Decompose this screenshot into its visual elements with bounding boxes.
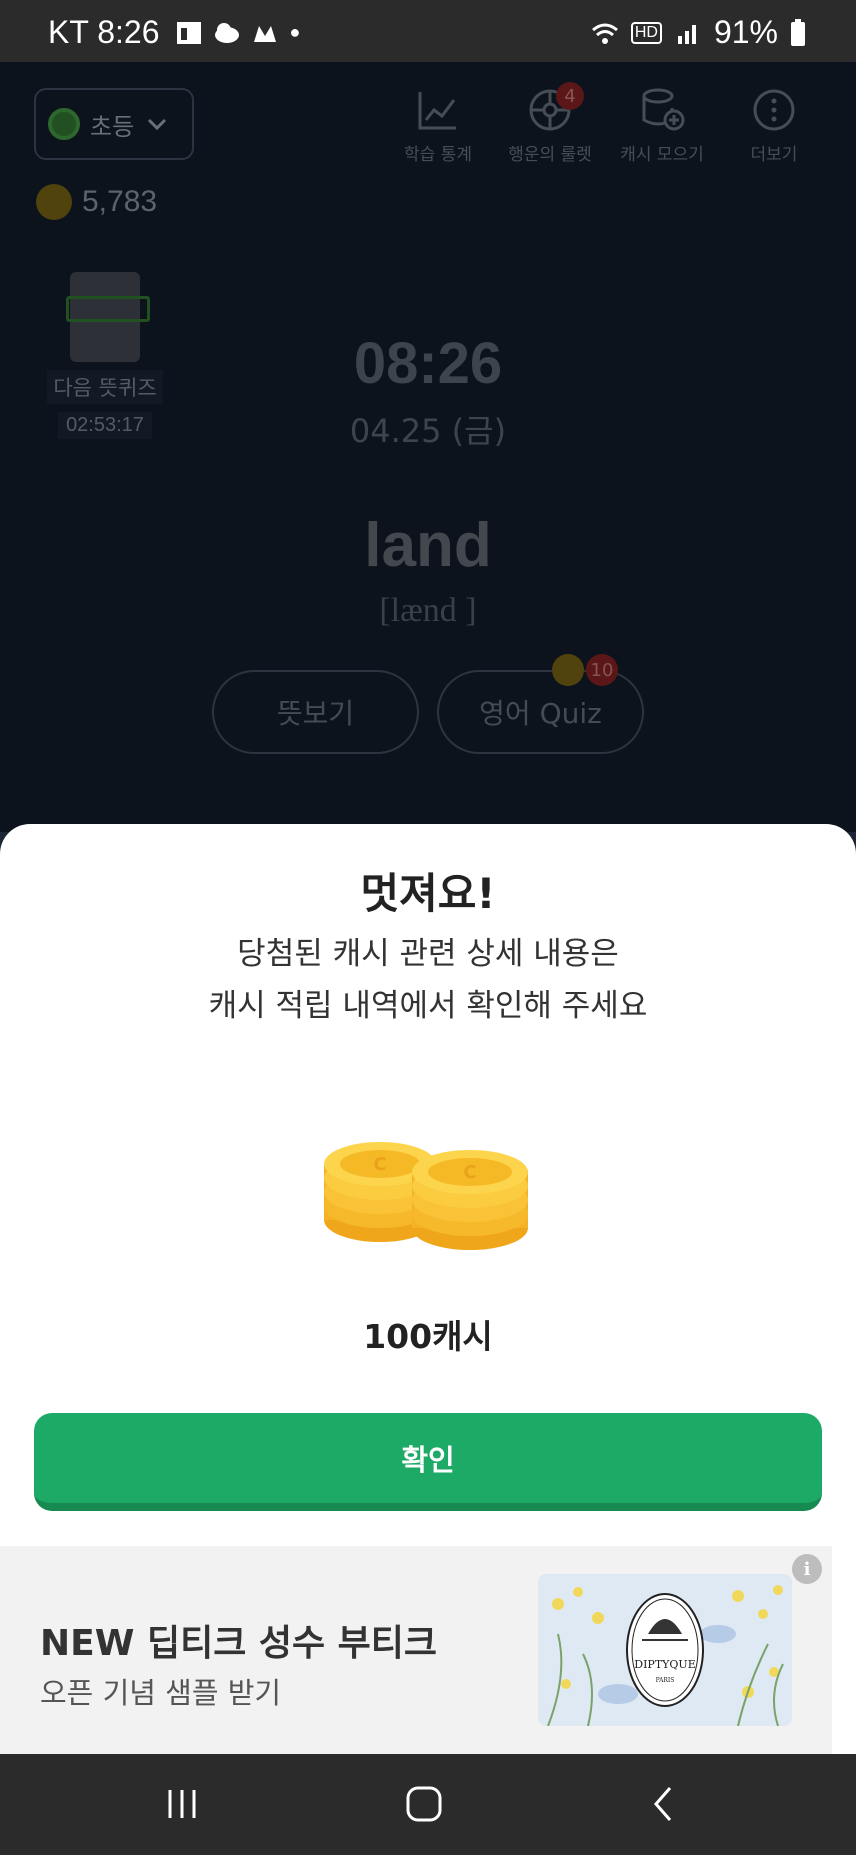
calendar-icon <box>177 21 202 44</box>
quiz-reward-badge: 10 <box>586 654 618 686</box>
status-bar: KT 8:26 ● HD 91% <box>0 0 856 62</box>
svg-text:C: C <box>373 1154 386 1175</box>
diptyque-floral-image: DIPTYQUE PARIS <box>538 1574 792 1726</box>
home-icon <box>406 1786 442 1822</box>
roulette-badge: 4 <box>556 82 584 110</box>
cash-balance-value: 5,783 <box>82 185 158 218</box>
ad-subtitle: 오픈 기념 샘플 받기 <box>40 1676 282 1710</box>
signal-icon <box>677 24 696 44</box>
back-icon <box>654 1787 672 1821</box>
coins-icon <box>642 88 685 131</box>
back-button[interactable] <box>624 1774 704 1834</box>
wifi-icon <box>591 23 618 44</box>
date: 04.25 (금) <box>349 412 507 450</box>
ad-info-icon[interactable]: i <box>792 1554 822 1584</box>
ad-brand-sub: PARIS <box>656 1677 675 1684</box>
battery-icon <box>791 18 805 46</box>
coins-stack-icon: C C <box>324 1142 528 1250</box>
menu-stats-label: 학습 통계 <box>404 145 472 165</box>
svg-text:C: C <box>463 1162 476 1183</box>
game-icon <box>254 25 277 42</box>
carrier-time: KT 8:26 <box>48 14 160 50</box>
menu-roulette[interactable]: 4 행운의 룰렛 <box>502 82 598 165</box>
chart-icon <box>418 92 456 130</box>
coin-icon <box>552 654 584 686</box>
cloud-icon <box>215 22 240 43</box>
quiz-reward: 10 <box>552 654 618 686</box>
ad-banner[interactable]: NEW 딥티크 성수 부티크 오픈 기념 샘플 받기 DIPTYQUE PARI… <box>0 1546 832 1754</box>
menu-collect-cash-label: 캐시 모으기 <box>620 145 704 165</box>
vocab-word: land <box>364 511 492 580</box>
meaning-button[interactable]: 뜻보기 <box>212 670 419 754</box>
reward-amount: 100캐시 <box>363 1317 493 1356</box>
sheet-desc-line2: 캐시 적립 내역에서 확인해 주세요 <box>208 988 648 1024</box>
notification-icons: ● <box>175 20 300 46</box>
battery-text: 91% <box>713 14 778 50</box>
ad-brand-logo: DIPTYQUE <box>634 1658 695 1671</box>
menu-collect-cash[interactable]: 캐시 모으기 <box>614 86 710 165</box>
menu-more-label: 더보기 <box>750 145 798 165</box>
sheet-title: 멋져요! <box>360 869 496 918</box>
menu-roulette-label: 행운의 룰렛 <box>508 145 592 165</box>
home-button[interactable] <box>384 1774 464 1834</box>
ad-image[interactable]: DIPTYQUE PARIS <box>538 1574 792 1726</box>
sheet-desc-line1: 당첨된 캐시 관련 상세 내용은 <box>237 936 619 972</box>
more-icon <box>753 89 795 131</box>
clock: 08:26 <box>353 331 503 396</box>
recent-apps-button[interactable] <box>142 1774 222 1834</box>
ad-title: NEW 딥티크 성수 부티크 <box>40 1623 437 1664</box>
recent-apps-icon <box>168 1790 196 1818</box>
phonetic: [lænd ] <box>379 592 477 629</box>
reward-sheet: 멋져요! 당첨된 캐시 관련 상세 내용은 캐시 적립 내역에서 확인해 주세요… <box>0 824 856 1754</box>
level-label: 초등 <box>90 112 135 141</box>
menu-stats[interactable]: 학습 통계 <box>390 86 486 165</box>
word-app-background: 초등 5,783 학습 통계 4 행운의 룰렛 캐시 모으기 더보기 다음 뜻퀴… <box>0 62 856 832</box>
sheet-description: 당첨된 캐시 관련 상세 내용은 캐시 적립 내역에서 확인해 주세요 <box>0 928 856 1032</box>
level-dot-icon <box>48 108 80 140</box>
chevron-down-icon <box>148 118 167 131</box>
coin-icon <box>36 184 72 220</box>
dot-icon: ● <box>289 22 301 42</box>
hd-badge: HD <box>630 21 662 44</box>
system-nav-bar <box>0 1754 856 1855</box>
confirm-button[interactable]: 확인 <box>34 1413 822 1511</box>
top-menu: 학습 통계 4 행운의 룰렛 캐시 모으기 더보기 <box>390 82 822 165</box>
level-selector[interactable]: 초등 <box>34 88 194 160</box>
cash-balance: 5,783 <box>36 184 157 220</box>
menu-more[interactable]: 더보기 <box>726 86 822 165</box>
